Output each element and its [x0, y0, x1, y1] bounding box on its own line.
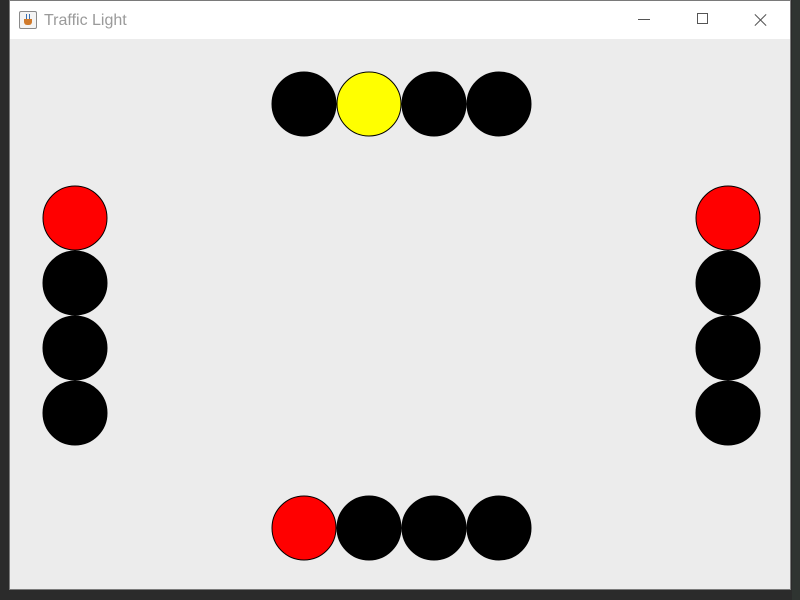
maximize-icon: [697, 13, 708, 24]
lamp-east-3-off: [695, 315, 761, 381]
lamp-west-2-off: [42, 250, 108, 316]
traffic-light-west: [42, 185, 108, 446]
lamp-north-1-off: [271, 71, 337, 137]
maximize-button[interactable]: [673, 1, 731, 39]
lamp-north-4-off: [466, 71, 532, 137]
minimize-icon: [638, 19, 650, 20]
lamp-west-3-off: [42, 315, 108, 381]
close-icon: [754, 13, 768, 27]
background-edge: [792, 0, 800, 600]
lamp-east-2-off: [695, 250, 761, 316]
close-button[interactable]: [732, 1, 790, 39]
lamp-north-2-yellow: [336, 71, 402, 137]
traffic-light-south: [271, 495, 532, 561]
lamp-north-3-off: [401, 71, 467, 137]
title-bar[interactable]: Traffic Light: [10, 1, 790, 39]
lamp-south-1-red: [271, 495, 337, 561]
lamp-south-4-off: [466, 495, 532, 561]
window-title: Traffic Light: [44, 12, 127, 29]
traffic-light-east: [695, 185, 761, 446]
lamp-south-2-off: [336, 495, 402, 561]
java-cup-icon[interactable]: [19, 11, 37, 29]
lamp-east-4-off: [695, 380, 761, 446]
lamp-west-4-off: [42, 380, 108, 446]
lamp-west-1-red: [42, 185, 108, 251]
lamp-south-3-off: [401, 495, 467, 561]
traffic-light-north: [271, 71, 532, 137]
traffic-light-canvas: [42, 71, 761, 561]
minimize-button[interactable]: [615, 1, 673, 39]
lamp-east-1-red: [695, 185, 761, 251]
app-window: Traffic Light: [9, 0, 791, 590]
